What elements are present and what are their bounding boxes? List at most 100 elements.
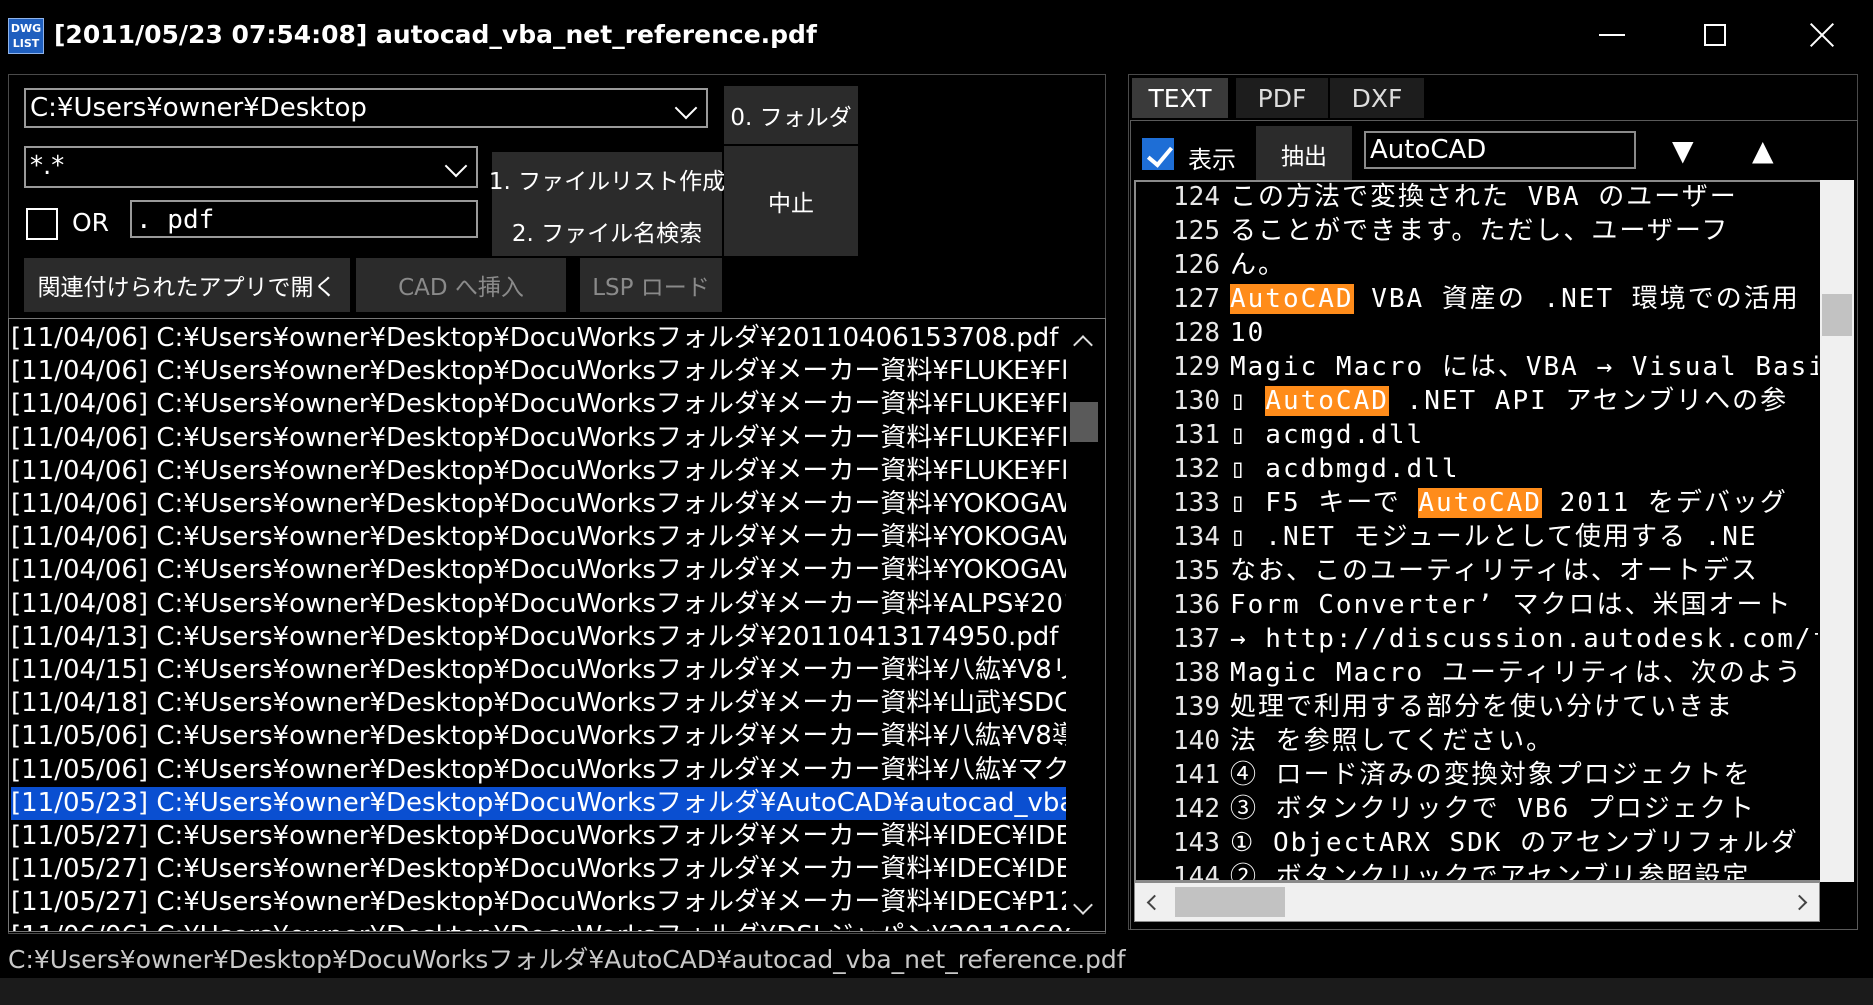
file-list-item[interactable]: [11/04/08] C:¥Users¥owner¥Desktop¥DocuWo… — [11, 588, 1071, 621]
scroll-thumb[interactable] — [1070, 402, 1098, 442]
app-icon: DWG LIST — [8, 18, 44, 54]
line-text: 10 — [1230, 318, 1266, 348]
line-number: 136 — [1173, 590, 1220, 620]
line-text: ▯ acmgd.dll — [1230, 420, 1425, 450]
check-icon — [1146, 140, 1174, 168]
scroll-left-icon[interactable] — [1146, 894, 1163, 911]
text-line: 143 ① ObjectARX SDK のアセンブリフォルダ — [1136, 826, 1818, 860]
tab-pdf[interactable]: PDF — [1236, 78, 1328, 118]
file-list-item[interactable]: [11/04/06] C:¥Users¥owner¥Desktop¥DocuWo… — [11, 488, 1071, 521]
line-number: 138 — [1173, 658, 1220, 688]
text-line: 142 ③ ボタンクリックで VB6 プロジェクト — [1136, 792, 1818, 826]
scroll-down-icon[interactable] — [1073, 895, 1093, 915]
tab-dxf[interactable]: DXF — [1330, 78, 1424, 118]
close-button[interactable] — [1790, 12, 1854, 58]
line-number: 141 — [1173, 760, 1220, 790]
file-list-item[interactable]: [11/05/06] C:¥Users¥owner¥Desktop¥DocuWo… — [11, 720, 1071, 753]
file-list-item[interactable]: [11/04/06] C:¥Users¥owner¥Desktop¥DocuWo… — [11, 355, 1071, 388]
or-checkbox[interactable] — [26, 208, 58, 240]
line-number: 130 — [1173, 386, 1220, 416]
line-number: 137 — [1173, 624, 1220, 654]
search-highlight: AutoCAD — [1265, 386, 1389, 416]
minimize-button[interactable] — [1580, 12, 1644, 58]
extension-input[interactable]: . pdf — [130, 200, 478, 238]
file-list-item[interactable]: [11/04/06] C:¥Users¥owner¥Desktop¥DocuWo… — [11, 388, 1071, 421]
prev-match-button[interactable]: ▲ — [1752, 134, 1774, 167]
text-viewer[interactable]: 124 この方法で変換された VBA のユーザー 125 ることができます。ただし、ユ… — [1134, 180, 1822, 882]
line-number: 140 — [1173, 726, 1220, 756]
scroll-right-icon[interactable] — [1791, 894, 1808, 911]
status-path: C:¥Users¥owner¥Desktop¥DocuWorksフォルダ¥Aut… — [8, 945, 1126, 974]
line-number: 128 — [1173, 318, 1220, 348]
file-list-item[interactable]: [11/05/06] C:¥Users¥owner¥Desktop¥DocuWo… — [11, 754, 1071, 787]
text-horizontal-scrollbar[interactable] — [1134, 882, 1820, 922]
file-list-scrollbar[interactable] — [1066, 322, 1102, 928]
line-text: ん。 — [1230, 250, 1287, 280]
line-text: Magic Macro ユーティリティは、次のよう — [1230, 658, 1803, 688]
folder-value: C:¥Users¥owner¥Desktop — [30, 93, 367, 123]
folder-button[interactable]: 0. フォルダ — [724, 86, 858, 144]
line-text: 処理で利用する部分を使い分けていきま — [1230, 692, 1735, 722]
text-vertical-scrollbar[interactable] — [1820, 180, 1854, 882]
file-list-item[interactable]: [11/05/23] C:¥Users¥owner¥Desktop¥DocuWo… — [11, 786, 1071, 820]
text-line: 138 Magic Macro ユーティリティは、次のよう — [1136, 656, 1818, 690]
text-line: 127 AutoCAD VBA 資産の .NET 環境での活用 — [1136, 282, 1818, 316]
line-number: 126 — [1173, 250, 1220, 280]
cad-insert-button[interactable]: CAD へ挿入 — [356, 258, 566, 312]
show-checkbox[interactable] — [1142, 138, 1174, 170]
tab-text[interactable]: TEXT — [1132, 78, 1228, 118]
next-match-button[interactable]: ▼ — [1672, 134, 1694, 167]
scroll-up-icon[interactable] — [1073, 335, 1093, 355]
stop-button[interactable]: 中止 — [724, 146, 858, 256]
line-text: ③ ボタンクリックで VB6 プロジェクト — [1230, 794, 1756, 824]
pattern-combo[interactable]: *.* — [24, 146, 478, 188]
file-list-item[interactable]: [11/04/06] C:¥Users¥owner¥Desktop¥DocuWo… — [11, 521, 1071, 554]
file-list-item[interactable]: [11/04/15] C:¥Users¥owner¥Desktop¥DocuWo… — [11, 654, 1071, 687]
minimize-icon — [1599, 34, 1625, 36]
text-line: 132 ▯ acdbmgd.dll — [1136, 452, 1818, 486]
file-list-item[interactable]: [11/05/27] C:¥Users¥owner¥Desktop¥DocuWo… — [11, 820, 1071, 853]
filename-search-button[interactable]: 2. ファイル名検索 — [492, 206, 722, 256]
scroll-thumb[interactable] — [1175, 887, 1285, 917]
file-list[interactable]: [11/04/06] C:¥Users¥owner¥Desktop¥DocuWo… — [8, 318, 1106, 932]
or-label: OR — [72, 208, 110, 237]
line-number: 129 — [1173, 352, 1220, 382]
file-list-item[interactable]: [11/05/27] C:¥Users¥owner¥Desktop¥DocuWo… — [11, 886, 1071, 919]
line-number: 133 — [1173, 488, 1220, 518]
chevron-down-icon[interactable] — [444, 154, 468, 178]
line-text: VBA 資産の .NET 環境での活用 — [1353, 284, 1800, 314]
file-list-item[interactable]: [11/04/06] C:¥Users¥owner¥Desktop¥DocuWo… — [11, 554, 1071, 587]
line-text: → http://discussion.autodesk.com/fo — [1230, 624, 1818, 654]
file-list-item[interactable]: [11/06/06] C:¥Users¥owner¥Desktop¥DocuWo… — [11, 920, 1071, 931]
file-list-item[interactable]: [11/04/18] C:¥Users¥owner¥Desktop¥DocuWo… — [11, 687, 1071, 720]
text-line: 139 処理で利用する部分を使い分けていきま — [1136, 690, 1818, 724]
text-line: 133 ▯ F5 キーで AutoCAD 2011 をデバッグ — [1136, 486, 1818, 520]
text-line: 144 ② ボタンクリックでアセンブリ参照設定 — [1136, 860, 1818, 882]
file-list-item[interactable]: [11/04/06] C:¥Users¥owner¥Desktop¥DocuWo… — [11, 422, 1071, 455]
maximize-button[interactable] — [1683, 12, 1747, 58]
file-list-item[interactable]: [11/04/06] C:¥Users¥owner¥Desktop¥DocuWo… — [11, 322, 1071, 355]
line-number: 142 — [1173, 794, 1220, 824]
text-line: 129 Magic Macro には、VBA → Visual Basi — [1136, 350, 1818, 384]
folder-combo[interactable]: C:¥Users¥owner¥Desktop — [24, 88, 708, 128]
show-label: 表示 — [1188, 146, 1236, 174]
text-line: 134 ▯ .NET モジュールとして使用する .NE — [1136, 520, 1818, 554]
line-text: ④ ロード済みの変換対象プロジェクトを — [1230, 760, 1752, 790]
file-list-item[interactable]: [11/04/06] C:¥Users¥owner¥Desktop¥DocuWo… — [11, 455, 1071, 488]
chevron-down-icon[interactable] — [674, 96, 698, 120]
line-text: ② ボタンクリックでアセンブリ参照設定 — [1230, 862, 1751, 882]
line-text: ▯ F5 キーで — [1230, 488, 1419, 518]
create-list-button[interactable]: 1. ファイルリスト作成 — [489, 152, 725, 206]
lsp-load-button[interactable]: LSP ロード — [580, 258, 722, 312]
open-associated-app-button[interactable]: 関連付けられたアプリで開く — [24, 258, 350, 312]
line-text: ▯ — [1230, 386, 1266, 416]
line-text: なお、このユーティリティは、オートデス — [1230, 556, 1759, 586]
line-number: 131 — [1173, 420, 1220, 450]
file-list-item[interactable]: [11/04/13] C:¥Users¥owner¥Desktop¥DocuWo… — [11, 621, 1071, 654]
extract-button[interactable]: 抽出 — [1256, 126, 1352, 182]
file-list-item[interactable]: [11/05/27] C:¥Users¥owner¥Desktop¥DocuWo… — [11, 853, 1071, 886]
scroll-thumb[interactable] — [1822, 294, 1852, 336]
line-text: .NET API アセンブリへの参 — [1388, 386, 1789, 416]
line-number: 124 — [1173, 182, 1220, 212]
search-input[interactable]: AutoCAD — [1364, 131, 1636, 169]
